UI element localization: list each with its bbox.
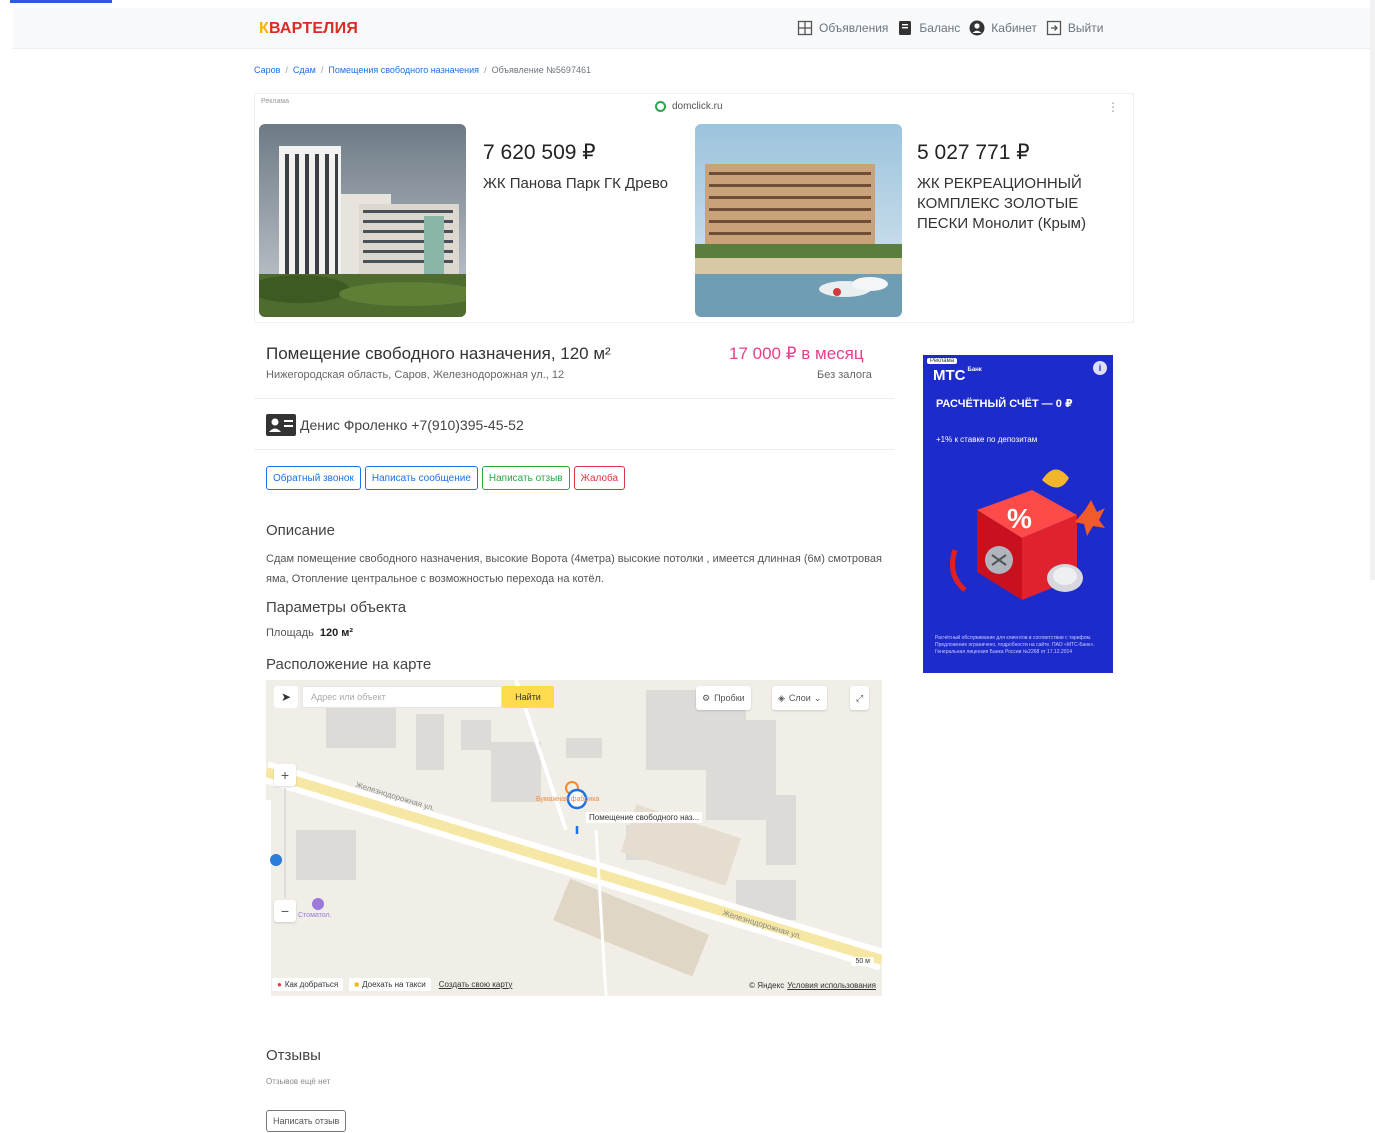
map-scale: 50 м [851,957,874,966]
brand-first-letter: К [259,20,269,37]
breadcrumb-category[interactable]: Помещения свободного назначения [328,65,479,75]
nav-cabinet-label: Кабинет [991,21,1037,35]
domclick-logo-icon [655,101,666,112]
layers-icon: ◈ [778,692,785,703]
ad-label: Реклама [261,98,290,105]
param-area-label: Площадь [266,627,314,639]
map[interactable]: ➤ Адрес или объект Найти ⚙ Пробки ◈ Слои ⌄ … [266,680,882,996]
poi-label: Стоматол. [298,912,332,919]
create-map-link[interactable]: Создать свою карту [439,980,513,989]
map-search-input[interactable]: Адрес или объект [302,686,502,708]
param-area-value: 120 м² [319,627,354,639]
breadcrumb-deal[interactable]: Сдам [293,65,316,75]
nav-logout[interactable]: Выйти [1046,20,1104,36]
taxi-icon: ■ [354,979,360,989]
ad-block: Реклама domclick.ru ⋮ 7 620 509 ₽ ЖК Пан… [254,93,1134,323]
listing-address: Нижегородская область, Саров, Железнодор… [266,369,565,381]
map-copyright: © Яндекс Условия использования [749,981,876,990]
side-banner-ad[interactable]: Реклама i МТС Банк РАСЧЁТНЫЙ СЧЁТ — 0 ₽ +… [923,355,1113,673]
ad-card-1-photo [259,124,466,317]
map-tiles [266,680,882,996]
param-area: Площадь 120 м² [266,627,353,639]
write-review-bottom-button[interactable]: Написать отзыв [266,1110,347,1132]
top-focus-underline [10,0,112,3]
description-text: Сдам помещение свободного назначения, вы… [266,553,882,585]
zoom-control: + − [274,764,296,924]
ad-card-2-photo [695,124,902,317]
route-button[interactable]: ● Как добраться [272,977,344,991]
chevron-down-icon: ⌄ [813,692,822,703]
contact-name-phone: Денис Фроленко +7(910)395-45-52 [300,417,524,433]
zoom-slider[interactable] [284,788,286,898]
breadcrumb: Саров / Сдам / Помещения свободного назнач… [254,65,591,75]
nav-ads-label: Объявления [819,21,889,35]
brand-logo[interactable]: КВАРТЕЛИЯ [259,20,358,38]
action-buttons: Обратный звонок Написать сообщение Напис… [266,466,629,490]
message-button[interactable]: Написать сообщение [364,466,478,490]
ad-menu-icon[interactable]: ⋮ [1107,100,1119,114]
ad-card-1-price: 7 620 509 ₽ [483,141,596,164]
page-scrollbar[interactable] [1370,0,1375,580]
nav-menu: Объявления Баланс Кабинет Выйти [797,20,1112,36]
ad-card-1-name: ЖК Панова Парк ГК Древо [483,175,669,192]
svg-text:%: % [1007,503,1032,534]
listing-deposit: Без залога [817,369,872,381]
complaint-button[interactable]: Жалоба [573,466,626,490]
user-icon [969,20,985,36]
grid-icon [797,20,813,36]
logout-icon [1046,20,1062,36]
contact-info: Денис Фроленко +7(910)395-45-52 [266,414,524,436]
layers-button[interactable]: ◈ Слои ⌄ [772,686,828,710]
brand-rest: ВАРТЕЛИЯ [268,20,359,37]
poi-label: Бумажная фабрика [536,796,600,803]
nav-ads[interactable]: Объявления [797,20,888,36]
ad-source[interactable]: domclick.ru [655,101,723,112]
info-icon[interactable]: i [1093,361,1107,375]
reviews-empty: Отзывов ещё нет [266,1077,331,1086]
side-ad-tag: Реклама [927,358,958,364]
divider [254,398,894,399]
ad-card-2-name: ЖК РЕКРЕАЦИОННЫЙ КОМПЛЕКС ЗОЛОТЫЕ ПЕСКИ … [917,175,1086,232]
side-ad-subline: +1% к ставке по депозитам [936,435,1038,444]
callback-button[interactable]: Обратный звонок [266,466,361,490]
taxi-button[interactable]: ■ Доехать на такси [349,977,431,991]
listing-price: 17 000 ₽ в месяц [729,344,864,363]
zoom-in-button[interactable]: + [274,764,296,786]
listing-title: Помещение свободного назначения, 120 м² [266,344,611,363]
zoom-out-button[interactable]: − [274,900,296,922]
breadcrumb-current: Объявление №5697461 [491,65,591,75]
fullscreen-icon[interactable]: ⤢ [850,686,870,710]
percent-cube-illustration: % [950,469,1105,600]
navbar: КВАРТЕЛИЯ Объявления Баланс Кабинет Выйт… [13,8,1375,49]
nav-logout-label: Выйти [1067,21,1104,35]
description-heading: Описание [266,522,336,539]
reviews-heading: Отзывы [266,1047,321,1064]
divider [254,449,894,450]
nav-balance[interactable]: Баланс [897,20,960,36]
map-pin-label[interactable]: Помещение свободного наз... [586,812,703,823]
map-find-button[interactable]: Найти [502,686,554,708]
nav-balance-label: Баланс [919,21,961,35]
wallet-icon [897,20,913,36]
breadcrumb-city[interactable]: Саров [254,65,280,75]
write-review-button[interactable]: Написать отзыв [481,466,570,490]
ad-card-2-price: 5 027 771 ₽ [917,141,1030,164]
nav-cabinet[interactable]: Кабинет [969,20,1037,36]
map-heading: Расположение на карте [266,656,432,673]
side-ad-headline: РАСЧЁТНЫЙ СЧЁТ — 0 ₽ [936,398,1073,410]
traffic-icon: ⚙ [702,692,711,703]
geolocation-icon[interactable]: ➤ [274,686,298,708]
route-pin-icon: ● [277,979,282,989]
params-heading: Параметры объекта [266,599,407,616]
side-ad-fine-print: Расчётный обслуживание для клиентов в со… [935,635,1095,655]
ad-source-label: domclick.ru [672,101,723,112]
mts-logo: МТС Банк [933,367,982,384]
terms-link[interactable]: Условия использования [787,981,876,990]
contact-card-icon [266,414,296,436]
traffic-button[interactable]: ⚙ Пробки [696,686,751,710]
